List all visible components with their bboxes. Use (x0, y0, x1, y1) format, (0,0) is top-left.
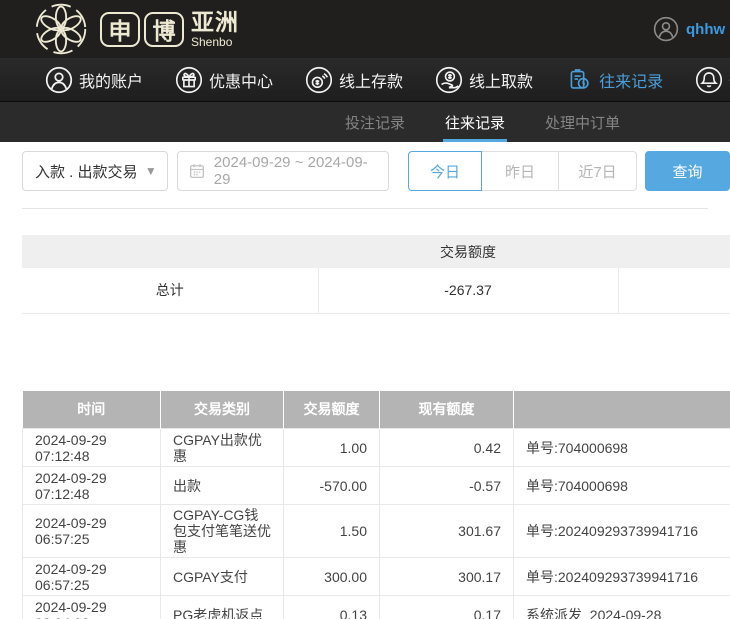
bell-icon (696, 66, 723, 93)
avatar-icon (653, 16, 679, 42)
cell-balance: -0.57 (379, 466, 514, 505)
summary-total-label: 总计 (22, 268, 319, 314)
cell-summary: 单号:704000698 (513, 428, 730, 467)
nav-item-withdraw[interactable]: 线上取款 (435, 66, 533, 94)
cell-type: CGPAY出款优惠 (160, 428, 284, 467)
cell-amount: 0.13 (283, 595, 380, 619)
cell-time: 2024-09-29 06:57:25 (22, 504, 161, 558)
cell-time: 2024-09-29 06:57:25 (22, 557, 161, 596)
nav-item-my-account[interactable]: 我的账户 (45, 66, 143, 94)
cell-time: 2024-09-29 07:12:48 (22, 428, 161, 467)
table-row: 2024-09-29 06:57:25 CGPAY支付 300.00 300.1… (22, 557, 730, 596)
nav-item-transaction-records[interactable]: 往来记录 (565, 66, 663, 94)
summary-header-row: 交易额度 (22, 235, 730, 268)
username: qhhw (686, 20, 726, 38)
date-range-value: 2024-09-29 ~ 2024-09-29 (213, 154, 368, 188)
col-time: 时间 (22, 390, 161, 429)
summary-header-empty (618, 235, 730, 268)
yesterday-button[interactable]: 昨日 (481, 151, 559, 191)
cell-amount: 300.00 (283, 557, 380, 596)
cell-balance: 0.42 (379, 428, 514, 467)
quick-range-group: 今日 昨日 近7日 (408, 151, 637, 191)
tab-pending-orders[interactable]: 处理中订单 (543, 102, 622, 142)
cell-summary: 系统派发_2024-09-28 (513, 595, 730, 619)
brand-name-en: Shenbo (191, 34, 233, 49)
deposit-icon (305, 66, 333, 93)
tab-betting-records[interactable]: 投注记录 (343, 102, 407, 142)
cell-balance: 300.17 (379, 557, 514, 596)
summary-header-amount: 交易额度 (318, 235, 618, 268)
withdraw-icon (435, 66, 463, 93)
section-divider (22, 208, 708, 209)
chevron-down-icon: ▼ (144, 164, 157, 178)
gift-icon (175, 66, 203, 93)
cell-type: 出款 (160, 466, 284, 505)
col-amount: 交易额度 (283, 390, 380, 429)
brand-char-bo: 博 (144, 11, 184, 47)
brand-region: 亚洲 (191, 8, 239, 35)
cell-summary: 单号:704000698 (513, 466, 730, 505)
transactions-table: 时间 交易类别 交易额度 现有额度 摘要 2024-09-29 07:12:48… (22, 390, 730, 619)
cell-balance: 0.17 (379, 595, 514, 619)
summary-table: 交易额度 总计 -267.37 (22, 235, 730, 314)
nav-label: 线上存款 (339, 73, 404, 91)
brand-logo[interactable]: 申 博 亚洲 Shenbo (30, 1, 239, 57)
table-row: 2024-09-29 07:12:48 出款 -570.00 -0.57 单号:… (22, 466, 730, 505)
filter-bar: 入款 . 出款交易 ▼ 2024-09-29 ~ 2024-09-29 今日 昨… (0, 142, 730, 208)
col-balance: 现有额度 (379, 390, 514, 429)
summary-total-value: -267.37 (317, 268, 619, 314)
summary-total-row: 总计 -267.37 (22, 268, 730, 314)
transaction-type-value: 入款 . 出款交易 (35, 163, 138, 181)
last7days-button[interactable]: 近7日 (558, 151, 637, 191)
nav-item-deposit[interactable]: 线上存款 (305, 66, 403, 94)
col-type: 交易类别 (160, 390, 284, 429)
cell-type: CGPAY支付 (160, 557, 284, 596)
nav-item-promotions[interactable]: 优惠中心 (175, 66, 273, 94)
cell-summary: 单号:202409293739941716 (513, 557, 730, 596)
table-header-row: 时间 交易类别 交易额度 现有额度 摘要 (22, 390, 730, 429)
col-summary: 摘要 (513, 390, 730, 429)
nav-label: 往来记录 (599, 73, 664, 91)
table-row: 2024-09-29 02:04:08 PG老虎机返点 0.13 0.17 系统… (22, 595, 730, 619)
summary-empty-cell (617, 268, 730, 314)
query-button[interactable]: 查询 (645, 151, 730, 191)
cell-type: CGPAY-CG钱包支付笔笔送优惠 (160, 504, 284, 558)
user-icon (45, 66, 73, 93)
cell-time: 2024-09-29 07:12:48 (22, 466, 161, 505)
flower-logo-icon (35, 3, 87, 55)
transaction-type-select[interactable]: 入款 . 出款交易 ▼ (22, 151, 168, 191)
cell-summary: 单号:202409293739941716 (513, 504, 730, 558)
nav-label: 优惠中心 (209, 73, 274, 91)
records-icon (570, 68, 589, 89)
nav-item-messages[interactable]: 信息 (695, 66, 730, 94)
calendar-icon (189, 164, 204, 179)
cell-type: PG老虎机返点 (160, 595, 284, 619)
date-range-input[interactable]: 2024-09-29 ~ 2024-09-29 (176, 151, 389, 191)
summary-header-empty (22, 235, 318, 268)
tab-transaction-records[interactable]: 往来记录 (443, 102, 508, 142)
nav-label: 线上取款 (469, 73, 534, 91)
user-account[interactable]: qhhw (653, 0, 725, 58)
cell-time: 2024-09-29 02:04:08 (22, 595, 161, 619)
cell-amount: 1.50 (283, 504, 380, 558)
sub-nav: 投注记录 往来记录 处理中订单 (0, 102, 730, 142)
table-row: 2024-09-29 06:57:25 CGPAY-CG钱包支付笔笔送优惠 1.… (22, 504, 730, 558)
top-brand-bar: 申 博 亚洲 Shenbo qhhw (0, 0, 730, 58)
cell-balance: 301.67 (379, 504, 514, 558)
cell-amount: 1.00 (283, 428, 380, 467)
main-nav: 我的账户 优惠中心 线上存款 线上取款 往来记录 (0, 58, 730, 102)
brand-char-shen: 申 (100, 11, 140, 47)
nav-label: 我的账户 (79, 73, 144, 91)
today-button[interactable]: 今日 (408, 151, 482, 191)
cell-amount: -570.00 (283, 466, 380, 505)
table-row: 2024-09-29 07:12:48 CGPAY出款优惠 1.00 0.42 … (22, 428, 730, 467)
